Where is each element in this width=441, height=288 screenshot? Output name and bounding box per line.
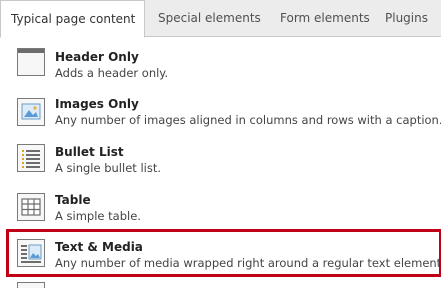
item-title: Text & Media <box>55 240 143 254</box>
list-item-images-only[interactable]: Images Only Any number of images aligned… <box>0 92 441 136</box>
list-item-table[interactable]: Table A simple table. <box>0 189 441 229</box>
item-title: Table <box>55 193 91 207</box>
next-item-icon <box>17 282 45 288</box>
item-description: Any number of images aligned in columns … <box>55 113 441 127</box>
tab-form-elements[interactable]: Form elements <box>270 0 380 37</box>
item-title: Header Only <box>55 50 139 64</box>
tab-label: Form elements <box>280 11 370 25</box>
list-item-text-media[interactable]: Text & Media Any number of media wrapped… <box>0 232 441 274</box>
item-description: Adds a header only. <box>55 66 169 80</box>
tab-label: Plugins <box>385 11 428 25</box>
table-icon <box>17 193 45 221</box>
tab-special-elements[interactable]: Special elements <box>148 0 271 37</box>
item-description: Any number of media wrapped right around… <box>55 256 441 270</box>
item-description: A single bullet list. <box>55 161 161 175</box>
tab-label: Typical page content <box>11 12 136 26</box>
bullet-list-icon <box>17 144 45 172</box>
tab-label: Special elements <box>158 11 261 25</box>
text-media-icon <box>17 239 45 267</box>
content-type-tabs: Typical page content Special elements Fo… <box>0 0 441 38</box>
tab-typical-page-content[interactable]: Typical page content <box>0 0 145 38</box>
list-item-bullet-list[interactable]: Bullet List A single bullet list. <box>0 140 441 184</box>
item-title: Bullet List <box>55 145 124 159</box>
item-title: Images Only <box>55 97 139 111</box>
header-icon <box>17 48 45 76</box>
tab-plugins[interactable]: Plugins <box>375 0 438 37</box>
list-item-header-only[interactable]: Header Only Adds a header only. <box>0 44 441 88</box>
image-icon <box>17 98 45 126</box>
item-description: A simple table. <box>55 209 141 223</box>
